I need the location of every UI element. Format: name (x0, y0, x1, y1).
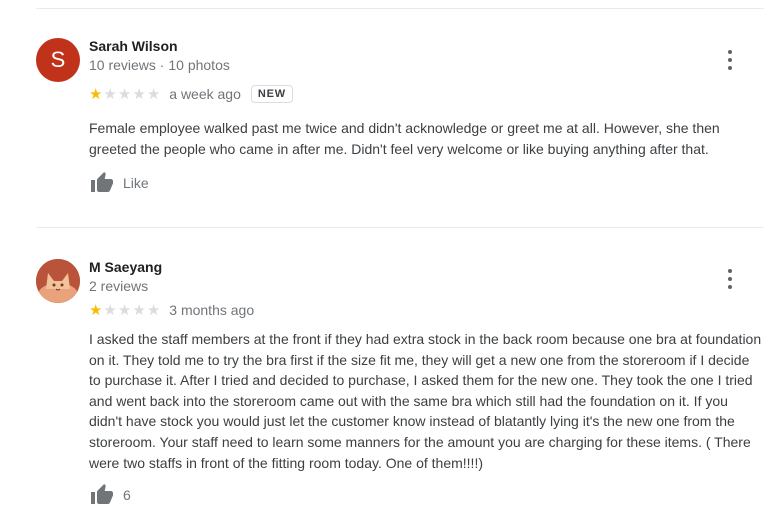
like-button[interactable]: 6 (89, 482, 131, 508)
review-time: 3 months ago (169, 302, 255, 318)
dot-icon (728, 50, 732, 54)
rating-row: ★ ★ ★ ★ ★ a week ago NEW (89, 83, 293, 105)
star-icon: ★ (103, 85, 117, 103)
dot-icon (728, 277, 732, 281)
star-icon: ★ (103, 301, 117, 319)
star-rating: ★ ★ ★ ★ ★ (89, 303, 161, 318)
like-count: 6 (123, 487, 131, 503)
avatar-letter: S (50, 47, 66, 72)
star-icon: ★ (89, 301, 103, 319)
new-badge: NEW (250, 85, 293, 103)
review-text: Female employee walked past me twice and… (89, 120, 720, 157)
star-icon: ★ (146, 85, 161, 103)
star-icon: ★ (89, 85, 103, 103)
star-rating: ★ ★ ★ ★ ★ (89, 87, 161, 102)
review-card: S Sarah Wilson 10 reviews · 10 photos ★ … (36, 38, 764, 208)
more-options-button[interactable] (726, 50, 734, 70)
like-label: Like (123, 175, 149, 191)
star-icon: ★ (132, 301, 146, 319)
top-divider (36, 8, 764, 9)
review-time: a week ago (169, 86, 241, 102)
star-icon: ★ (132, 85, 146, 103)
more-options-button[interactable] (726, 269, 734, 289)
thumbs-up-icon (89, 483, 115, 507)
dot-icon (728, 269, 732, 273)
avatar[interactable]: S (36, 38, 80, 82)
reviewer-name[interactable]: M Saeyang (89, 259, 162, 275)
star-icon: ★ (117, 301, 132, 319)
avatar[interactable] (36, 259, 80, 303)
reviewer-meta[interactable]: 10 reviews · 10 photos (89, 57, 230, 73)
rating-row: ★ ★ ★ ★ ★ 3 months ago (89, 299, 254, 321)
star-icon: ★ (146, 301, 161, 319)
review-text: I asked the staff members at the front i… (89, 331, 762, 471)
avatar-photo (36, 259, 80, 303)
dot-icon (728, 66, 732, 70)
like-button[interactable]: Like (89, 170, 149, 196)
star-icon: ★ (117, 85, 132, 103)
thumbs-up-icon (89, 171, 115, 195)
review-card: M Saeyang 2 reviews ★ ★ ★ ★ ★ 3 months a… (36, 259, 764, 514)
reviewer-meta[interactable]: 2 reviews (89, 278, 148, 294)
review-divider (36, 227, 764, 228)
reviewer-name[interactable]: Sarah Wilson (89, 38, 178, 54)
dot-icon (728, 58, 732, 62)
dot-icon (728, 285, 732, 289)
